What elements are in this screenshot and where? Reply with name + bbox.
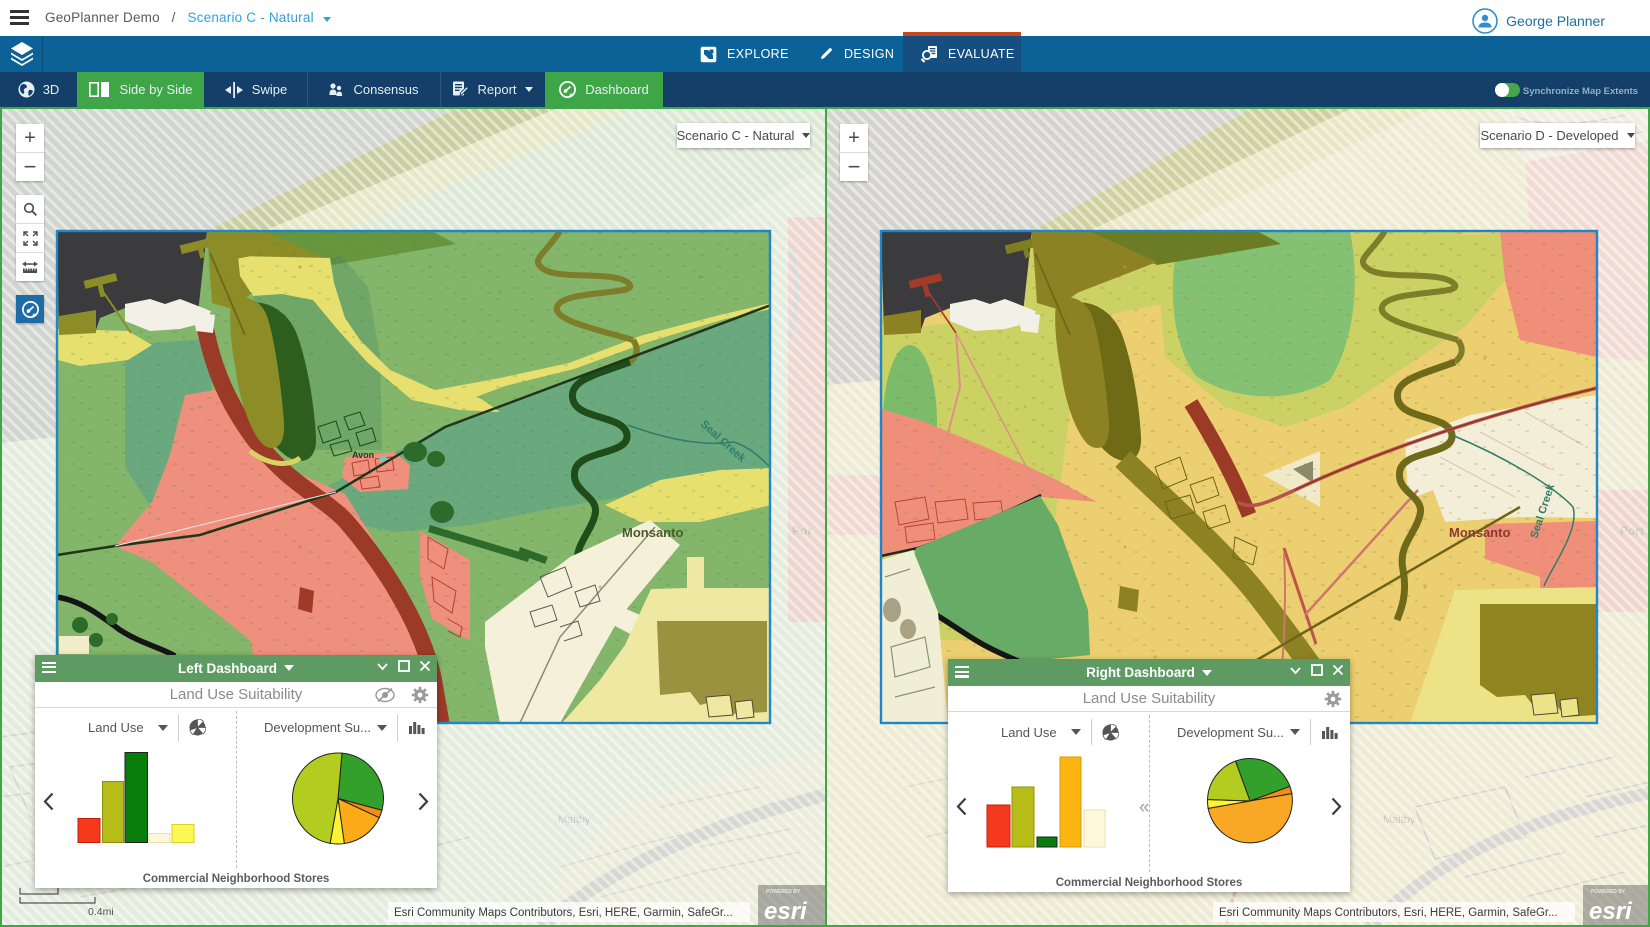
svg-text:POWERED BY: POWERED BY bbox=[1591, 889, 1626, 895]
svg-text:esri: esri bbox=[764, 898, 808, 925]
svg-text:POWERED BY: POWERED BY bbox=[766, 889, 801, 895]
svg-text:0.4mi: 0.4mi bbox=[88, 906, 114, 918]
svg-text:Monsanto: Monsanto bbox=[1449, 525, 1510, 540]
svg-text:Monsanto: Monsanto bbox=[622, 525, 683, 540]
svg-text:esri: esri bbox=[1589, 898, 1633, 925]
svg-text:Esri Community Maps Contributo: Esri Community Maps Contributors, Esri, … bbox=[1219, 907, 1558, 919]
svg-text:Esri Community Maps Contributo: Esri Community Maps Contributors, Esri, … bbox=[394, 907, 733, 919]
